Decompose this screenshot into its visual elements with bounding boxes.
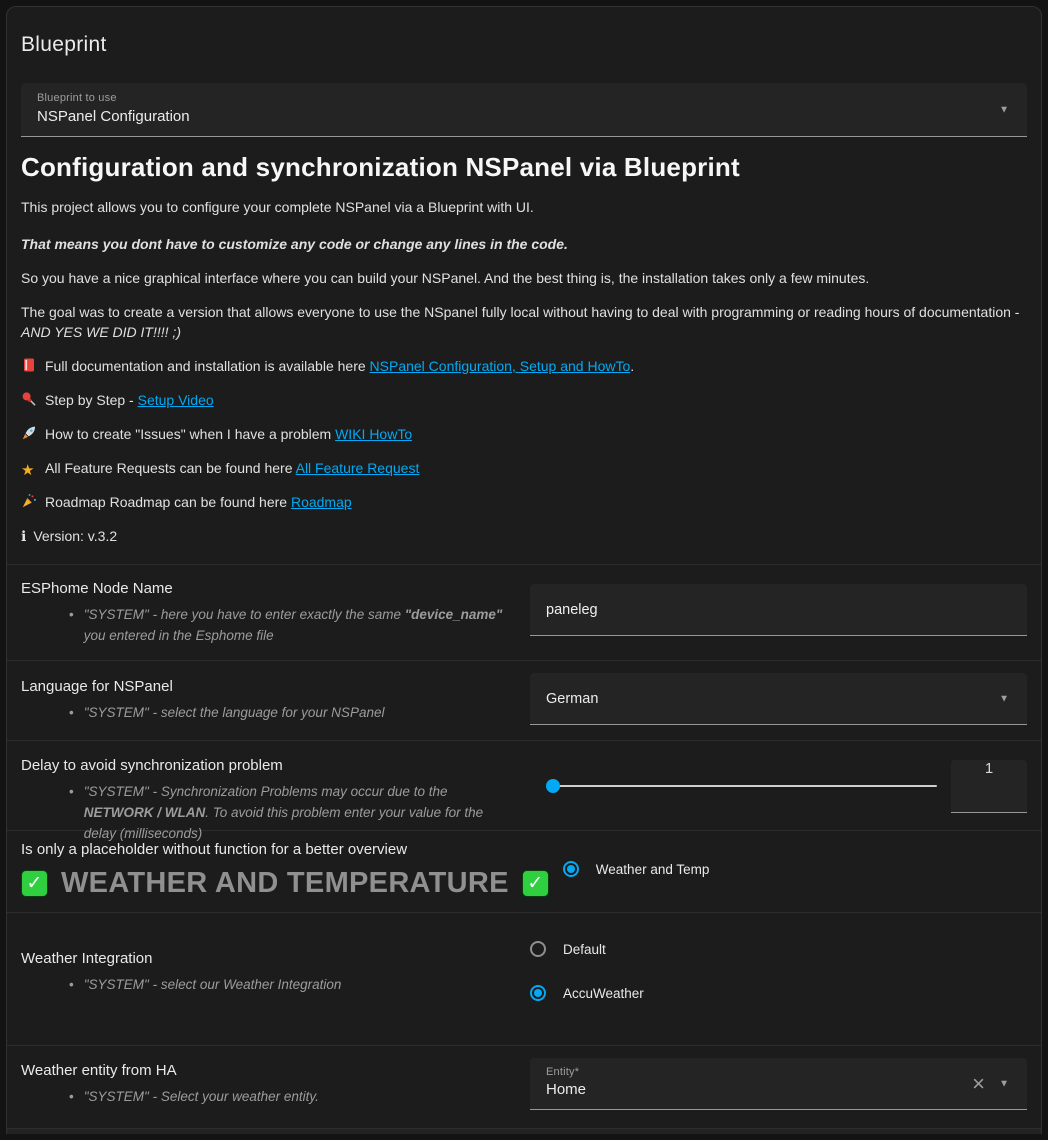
intro-paragraph-4-italic: AND YES WE DID IT!!!! ;): [21, 324, 181, 340]
setting-name: ESPhome Node Name: [21, 579, 516, 599]
setup-video-link[interactable]: Setup Video: [138, 392, 214, 408]
issues-line: How to create "Issues" when I have a pro…: [21, 424, 1027, 444]
roadmap-text: Roadmap Roadmap can be found here: [45, 494, 291, 510]
clear-icon[interactable]: ×: [972, 1073, 985, 1095]
version-line: ℹ Version: v.3.2: [21, 526, 1027, 546]
documentation-line: Full documentation and installation is a…: [21, 356, 1027, 376]
rocket-icon: [21, 425, 38, 441]
blueprint-select-value: NSPanel Configuration: [37, 108, 1011, 125]
blueprint-select[interactable]: Blueprint to use NSPanel Configuration ▼: [21, 83, 1027, 137]
setting-description: • "SYSTEM" - Select your weather entity.: [69, 1086, 516, 1107]
setting-description: • "SYSTEM" - here you have to enter exac…: [69, 604, 516, 646]
placeholder-text: Is only a placeholder without function f…: [21, 840, 549, 860]
delay-value-wrapper: [951, 760, 1027, 813]
feature-requests-line: ★All Feature Requests can be found here …: [21, 458, 1027, 478]
pushpin-icon: [21, 391, 38, 407]
delay-info: Delay to avoid synchronization problem •…: [21, 741, 530, 830]
delay-control: [530, 741, 1027, 831]
weather-integration-info: Weather Integration • "SYSTEM" - select …: [21, 913, 530, 1045]
page-title: Blueprint: [21, 7, 1027, 57]
weather-temperature-heading-row: ✓ WEATHER AND TEMPERATURE ✓: [21, 867, 549, 900]
entity-select-value: Home: [546, 1081, 1011, 1098]
setting-description-text: "SYSTEM" - here you have to enter exactl…: [84, 604, 516, 646]
intro-paragraph-3: So you have a nice graphical interface w…: [21, 268, 1027, 288]
blueprint-select-label: Blueprint to use: [37, 92, 1011, 104]
setting-description: • "SYSTEM" - select our Weather Integrat…: [69, 974, 516, 995]
intro-heading: Configuration and synchronization NSPane…: [21, 152, 1027, 183]
next-row-peek: [7, 1128, 1041, 1134]
roadmap-line: Roadmap Roadmap can be found here Roadma…: [21, 492, 1027, 512]
version-text: Version: v.3.2: [33, 528, 117, 544]
radio-icon: [563, 861, 579, 877]
intro-section: Blueprint Blueprint to use NSPanel Confi…: [7, 7, 1041, 564]
node-name-input[interactable]: [530, 602, 1027, 618]
weather-placeholder-info: Is only a placeholder without function f…: [21, 831, 563, 912]
check-icon: ✓: [21, 870, 48, 897]
setting-row-language: Language for NSPanel • "SYSTEM" - select…: [7, 660, 1041, 740]
book-icon: [21, 357, 38, 373]
setting-description-text: "SYSTEM" - select our Weather Integratio…: [84, 974, 342, 995]
bullet-icon: •: [69, 1086, 74, 1107]
radio-default[interactable]: Default: [530, 941, 1027, 957]
radio-accuweather[interactable]: AccuWeather: [530, 985, 1027, 1001]
setting-row-esphome-node-name: ESPhome Node Name • "SYSTEM" - here you …: [7, 564, 1041, 660]
radio-label: Weather and Temp: [596, 862, 710, 877]
chevron-down-icon: ▼: [999, 1078, 1009, 1089]
radio-weather-and-temp[interactable]: Weather and Temp: [563, 861, 1042, 877]
esphome-node-name-info: ESPhome Node Name • "SYSTEM" - here you …: [21, 565, 530, 660]
language-info: Language for NSPanel • "SYSTEM" - select…: [21, 661, 530, 740]
feature-request-link[interactable]: All Feature Request: [296, 460, 420, 476]
setting-name: Language for NSPanel: [21, 677, 516, 697]
blueprint-card: Blueprint Blueprint to use NSPanel Confi…: [6, 6, 1042, 1134]
bullet-icon: •: [69, 702, 74, 723]
node-name-input-wrapper: [530, 584, 1027, 636]
language-select[interactable]: German ▼: [530, 673, 1027, 725]
setting-row-weather-placeholder: Is only a placeholder without function f…: [7, 830, 1041, 912]
slider-thumb[interactable]: [546, 779, 560, 793]
issues-text: How to create "Issues" when I have a pro…: [45, 426, 335, 442]
setting-description-text: "SYSTEM" - select the language for your …: [84, 702, 385, 723]
intro-paragraph-2: That means you dont have to customize an…: [21, 234, 1027, 254]
party-popper-icon: [21, 493, 38, 509]
setting-row-weather-integration: Weather Integration • "SYSTEM" - select …: [7, 912, 1041, 1045]
entity-select-label: Entity*: [546, 1066, 1011, 1078]
star-icon: ★: [21, 461, 38, 477]
radio-icon: [530, 941, 546, 957]
setting-row-weather-entity: Weather entity from HA • "SYSTEM" - Sele…: [7, 1045, 1041, 1128]
delay-slider[interactable]: [549, 785, 937, 787]
setting-name: Weather entity from HA: [21, 1061, 516, 1081]
intro-paragraph-1: This project allows you to configure you…: [21, 197, 1027, 217]
setup-video-line: Step by Step - Setup Video: [21, 390, 1027, 410]
roadmap-link[interactable]: Roadmap: [291, 494, 352, 510]
bullet-icon: •: [69, 974, 74, 995]
bullet-icon: •: [69, 604, 74, 646]
setting-name: Weather Integration: [21, 949, 516, 969]
documentation-link[interactable]: NSPanel Configuration, Setup and HowTo: [370, 358, 631, 374]
language-select-value: German: [546, 691, 598, 707]
chevron-down-icon: ▼: [999, 104, 1009, 115]
documentation-text: Full documentation and installation is a…: [45, 358, 370, 374]
check-icon: ✓: [522, 870, 549, 897]
radio-label: AccuWeather: [563, 986, 644, 1001]
chevron-down-icon: ▼: [999, 693, 1009, 704]
feature-requests-text: All Feature Requests can be found here: [45, 460, 296, 476]
setting-row-delay: Delay to avoid synchronization problem •…: [7, 740, 1041, 830]
documentation-suffix: .: [630, 358, 634, 374]
intro-paragraph-4: The goal was to create a version that al…: [21, 302, 1027, 342]
setting-name: Delay to avoid synchronization problem: [21, 756, 516, 776]
setting-description: • "SYSTEM" - select the language for you…: [69, 702, 516, 723]
delay-value-input[interactable]: [951, 760, 1027, 777]
setup-video-text: Step by Step -: [45, 392, 138, 408]
radio-label: Default: [563, 942, 606, 957]
weather-temperature-heading: WEATHER AND TEMPERATURE: [61, 867, 509, 900]
weather-entity-info: Weather entity from HA • "SYSTEM" - Sele…: [21, 1046, 530, 1128]
radio-icon: [530, 985, 546, 1001]
intro-paragraph-4-text: The goal was to create a version that al…: [21, 304, 1019, 320]
info-icon: ℹ: [21, 528, 26, 544]
wiki-howto-link[interactable]: WIKI HowTo: [335, 426, 412, 442]
setting-description-text: "SYSTEM" - Select your weather entity.: [84, 1086, 319, 1107]
entity-select[interactable]: Entity* Home × ▼: [530, 1058, 1027, 1110]
